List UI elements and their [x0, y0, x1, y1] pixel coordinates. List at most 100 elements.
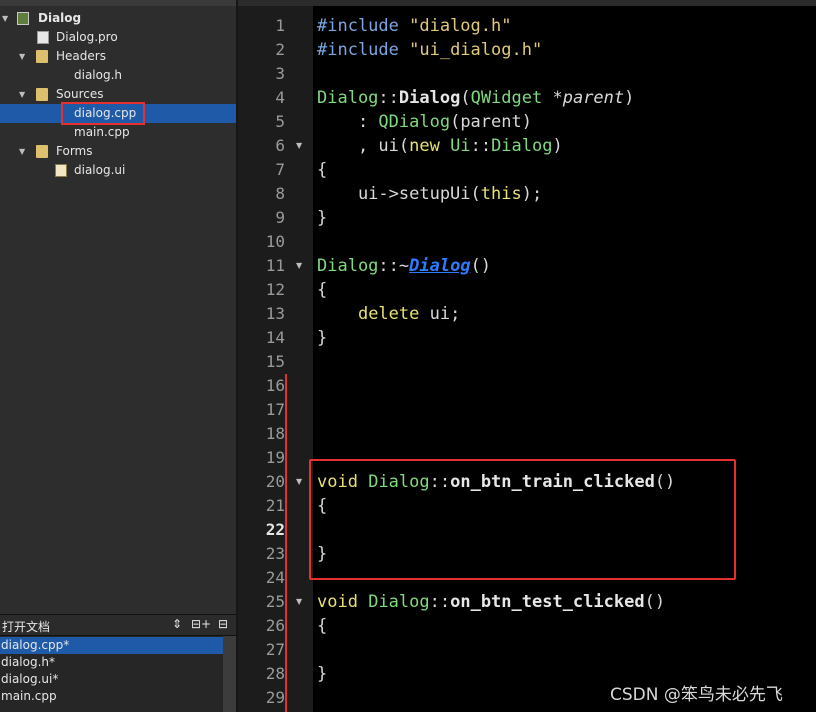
code-token: "ui_dialog.h": [409, 40, 543, 60]
chevron-down-icon[interactable]: ▼: [2, 9, 8, 28]
project-tree: ▼ Dialog Dialog.pro ▼ Headers dialog.h ▼…: [0, 0, 236, 614]
line-number: 18: [265, 424, 285, 443]
chevron-down-icon[interactable]: ▼: [19, 85, 25, 104]
code-token: Dialog: [317, 88, 379, 108]
line-number: 27: [265, 640, 285, 659]
code-line[interactable]: void Dialog::on_btn_test_clicked(): [317, 590, 665, 614]
code-token: Dialog: [317, 256, 379, 276]
code-line[interactable]: #include "ui_dialog.h": [317, 38, 542, 62]
tree-item-label: dialog.ui: [74, 163, 126, 177]
change-marker-bar: [285, 374, 287, 712]
code-token: ui->setupUi(: [317, 184, 481, 204]
chevron-down-icon[interactable]: ▼: [19, 47, 25, 66]
code-token: }: [317, 328, 328, 348]
code-line[interactable]: Dialog::Dialog(QWidget *parent): [317, 86, 634, 110]
open-doc-dialog-cpp[interactable]: dialog.cpp*: [0, 637, 223, 654]
tree-item-label: Dialog: [38, 11, 82, 25]
qt-project-icon: [17, 12, 29, 25]
code-token: #include: [317, 16, 410, 36]
annotation-box-train-handler: [309, 459, 736, 580]
tree-item-project-dialog[interactable]: ▼ Dialog: [0, 9, 236, 28]
code-line[interactable]: Dialog::~Dialog(): [317, 254, 491, 278]
code-token: }: [317, 208, 328, 228]
line-number: 21: [265, 496, 285, 515]
line-number: 9: [275, 208, 285, 227]
code-token: }: [317, 664, 328, 684]
code-line[interactable]: }: [317, 206, 327, 230]
code-token: {: [317, 280, 328, 300]
split-icon[interactable]: ⊟+: [191, 617, 211, 631]
open-documents-panel: 打开文档 ⇕ ⊟+ ⊟ dialog.cpp* dialog.h* dialog…: [0, 614, 236, 712]
code-token: (): [470, 256, 492, 276]
fold-toggle-icon[interactable]: ▼: [296, 134, 302, 158]
code-token: Ui: [450, 136, 471, 156]
code-token: (: [460, 88, 471, 108]
chevron-down-icon[interactable]: ▼: [19, 142, 25, 161]
code-token: #include: [317, 40, 410, 60]
line-number: 14: [265, 328, 285, 347]
tree-item-dialog-pro[interactable]: Dialog.pro: [0, 28, 236, 47]
code-line[interactable]: #include "dialog.h": [317, 14, 511, 38]
tree-item-headers[interactable]: ▼ Headers: [0, 47, 236, 66]
tree-item-label: Headers: [56, 49, 106, 63]
line-number: 19: [265, 448, 285, 467]
code-token: ::: [429, 592, 451, 612]
open-documents-scrollbar[interactable]: [223, 636, 236, 712]
fold-toggle-icon[interactable]: ▼: [296, 254, 302, 278]
tree-item-dialog-ui[interactable]: dialog.ui: [0, 161, 236, 180]
line-number: 15: [265, 352, 285, 371]
code-line[interactable]: delete ui;: [317, 302, 460, 326]
tree-toolbar-strip: [0, 0, 236, 6]
tree-item-label: main.cpp: [74, 125, 130, 139]
line-number: 4: [275, 88, 285, 107]
line-number: 25: [265, 592, 285, 611]
code-token: delete: [357, 304, 420, 324]
code-line[interactable]: {: [317, 278, 327, 302]
open-doc-dialog-ui[interactable]: dialog.ui*: [0, 671, 223, 688]
code-token: ::: [470, 136, 492, 156]
code-line[interactable]: , ui(new Ui::Dialog): [317, 134, 563, 158]
line-number: 10: [265, 232, 285, 251]
line-number: 5: [275, 112, 285, 131]
line-number: 23: [265, 544, 285, 563]
code-token: ::~: [378, 256, 410, 276]
code-token: ): [552, 136, 563, 156]
code-line[interactable]: }: [317, 662, 327, 686]
line-number: 26: [265, 616, 285, 635]
code-token: ): [624, 88, 635, 108]
code-token: Dialog: [491, 136, 553, 156]
code-token: Dialog: [409, 256, 471, 276]
editor-tab-strip: [238, 0, 816, 6]
line-number: 28: [265, 664, 285, 683]
code-line[interactable]: ui->setupUi(this);: [317, 182, 542, 206]
tree-item-dialog-h[interactable]: dialog.h: [0, 66, 236, 85]
line-number: 24: [265, 568, 285, 587]
line-number: 7: [275, 160, 285, 179]
code-line[interactable]: }: [317, 326, 327, 350]
line-number: 16: [265, 376, 285, 395]
code-line[interactable]: {: [317, 158, 327, 182]
close-panel-icon[interactable]: ⊟: [218, 617, 228, 631]
line-number: 8: [275, 184, 285, 203]
tree-item-label: Dialog.pro: [56, 30, 118, 44]
open-doc-main-cpp[interactable]: main.cpp: [0, 688, 223, 705]
code-token: void: [317, 592, 358, 612]
code-line[interactable]: : QDialog(parent): [317, 110, 532, 134]
code-token: ::: [378, 88, 399, 108]
code-token: (parent): [450, 112, 532, 132]
code-line[interactable]: {: [317, 614, 327, 638]
code-token: QDialog: [378, 112, 451, 132]
open-doc-dialog-h[interactable]: dialog.h*: [0, 654, 223, 671]
pro-file-icon: [37, 31, 49, 44]
line-number: 20: [265, 472, 285, 491]
forms-folder-icon: [36, 145, 48, 158]
fold-toggle-icon[interactable]: ▼: [296, 470, 302, 494]
code-token: Dialog: [368, 592, 430, 612]
sort-icon[interactable]: ⇕: [172, 617, 182, 631]
fold-toggle-icon[interactable]: ▼: [296, 590, 302, 614]
line-number: 11: [265, 256, 285, 275]
tree-item-main-cpp[interactable]: main.cpp: [0, 123, 236, 142]
tree-item-forms[interactable]: ▼ Forms: [0, 142, 236, 161]
code-token: {: [317, 160, 328, 180]
